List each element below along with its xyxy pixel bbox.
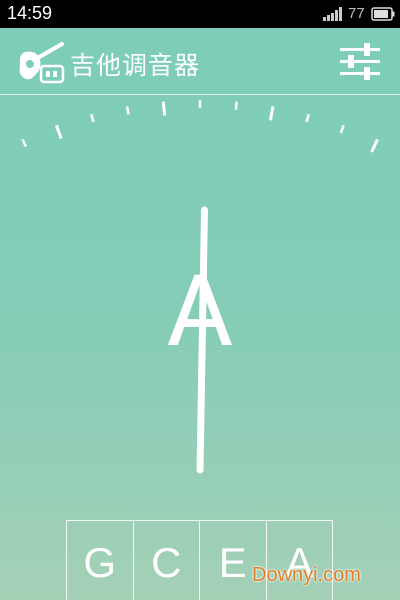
dial-tick [125,106,130,115]
dial-tick [234,101,238,110]
dial-tick [54,124,63,140]
dial-tick [269,106,275,121]
string-key-e[interactable]: E [200,521,267,600]
status-time: 14:59 [7,3,53,23]
string-key-a[interactable]: A [267,521,333,600]
app-title: 吉他调音器 [70,51,201,80]
dial-tick [339,124,345,134]
dial-tick [305,113,310,123]
string-selector: G C E A [66,520,333,600]
signal-bars-icon [323,7,342,21]
status-bar: 14:59 77 [0,0,400,28]
dial-tick [370,138,379,153]
dial-tick [21,138,28,148]
current-note: A [167,256,233,368]
dial-tick [90,113,95,123]
sliders-icon [340,43,380,80]
app-bar: 吉他调音器 [0,28,400,95]
watermark: Downyi.com [252,564,361,586]
battery-level: 77 [348,5,365,22]
guitar-icon [19,42,65,84]
string-key-c[interactable]: C [134,521,200,600]
settings-button[interactable] [338,42,382,82]
battery-icon [371,7,395,21]
dial-tick [161,101,167,116]
string-key-g[interactable]: G [67,521,134,600]
